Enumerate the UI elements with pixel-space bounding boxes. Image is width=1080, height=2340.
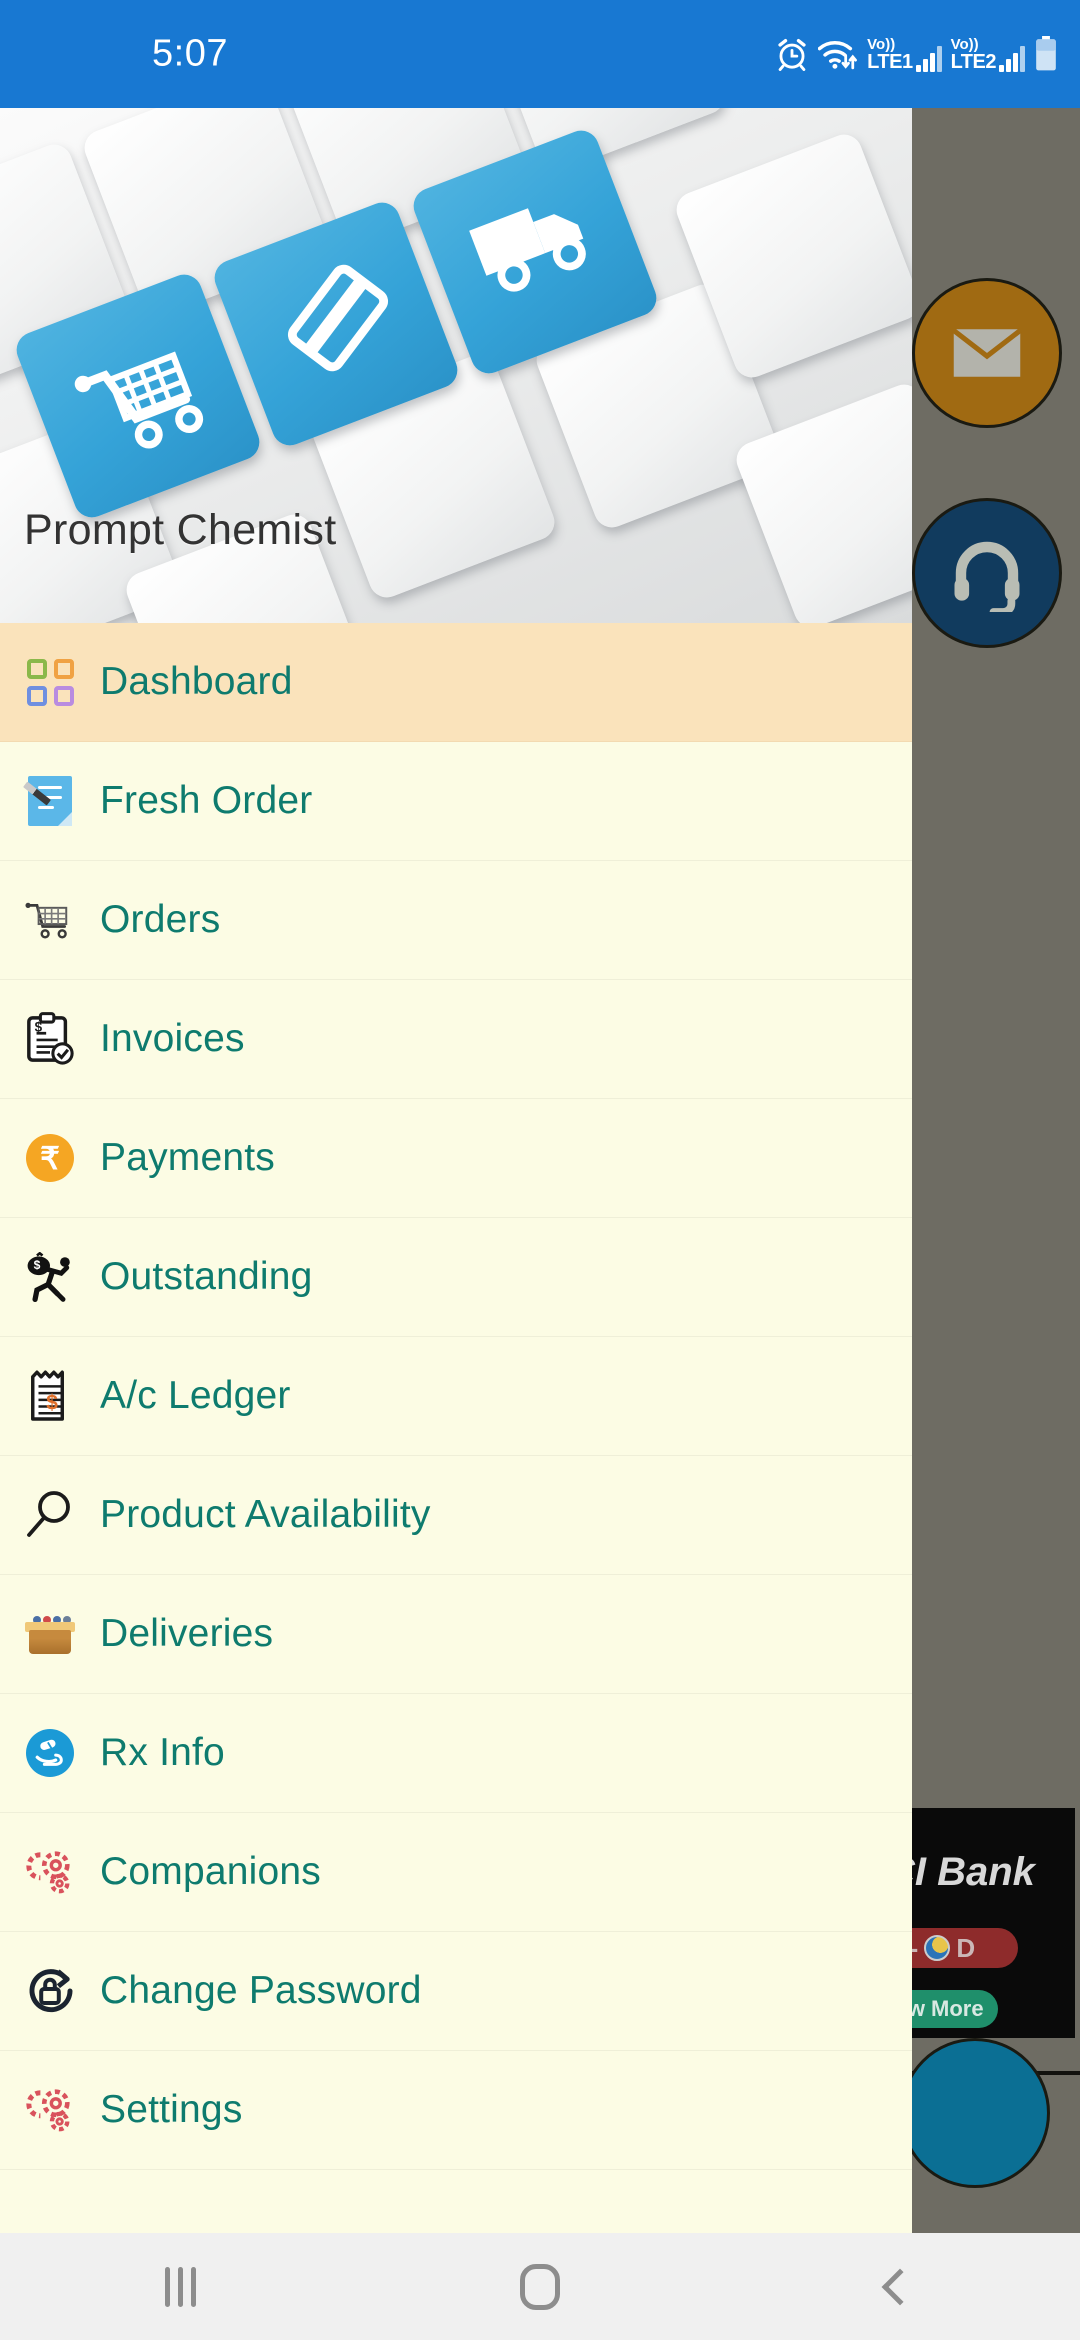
signal-bars-sim2 bbox=[999, 45, 1025, 72]
volte1-icon: Vo)) LTE1 bbox=[867, 35, 942, 73]
home-icon bbox=[520, 2263, 560, 2310]
svg-text:$: $ bbox=[46, 1391, 58, 1414]
shopping-cart-icon bbox=[0, 861, 100, 980]
menu-item-ac-ledger[interactable]: $ A/c Ledger bbox=[0, 1337, 912, 1456]
red-gear-icon bbox=[0, 1813, 100, 1932]
ad-chip-trailing: D bbox=[956, 1932, 976, 1963]
receipt-dollar-icon: $ bbox=[0, 1337, 100, 1456]
magnifier-icon bbox=[0, 1456, 100, 1575]
volte2-icon: Vo)) LTE2 bbox=[951, 37, 1025, 72]
volte1-lte-label: LTE1 bbox=[867, 50, 913, 73]
menu-item-companions[interactable]: Companions bbox=[0, 1813, 912, 1932]
menu-item-orders[interactable]: Orders bbox=[0, 861, 912, 980]
lock-refresh-icon bbox=[0, 1932, 100, 2051]
menu-item-product-availability[interactable]: Product Availability bbox=[0, 1456, 912, 1575]
home-button[interactable] bbox=[360, 2233, 720, 2340]
menu-item-invoices[interactable]: $ Invoices bbox=[0, 980, 912, 1099]
menu-item-label: A/c Ledger bbox=[100, 1374, 291, 1417]
menu-item-label: Product Availability bbox=[100, 1493, 431, 1536]
status-bar: 5:07 Vo)) LTE1 Vo)) LTE2 bbox=[0, 0, 1080, 108]
wifi-icon bbox=[818, 41, 858, 70]
menu-item-label: Settings bbox=[100, 2088, 243, 2131]
memo-pencil-icon bbox=[0, 742, 100, 861]
delivery-basket-icon bbox=[0, 1575, 100, 1694]
menu-item-label: Dashboard bbox=[100, 660, 293, 703]
menu-item-outstanding[interactable]: $ Outstanding bbox=[0, 1218, 912, 1337]
volte1-vo-label: Vo)) bbox=[867, 35, 896, 53]
menu-item-change-password[interactable]: Change Password bbox=[0, 1932, 912, 2051]
headset-icon bbox=[954, 541, 1020, 612]
android-nav-bar[interactable] bbox=[0, 2233, 1080, 2340]
delivery-truck-icon bbox=[469, 188, 596, 301]
menu-item-fresh-order[interactable]: Fresh Order bbox=[0, 742, 912, 861]
menu-item-label: Invoices bbox=[100, 1017, 245, 1060]
menu-item-label: Deliveries bbox=[100, 1612, 274, 1655]
menu-item-payments[interactable]: ₹ Payments bbox=[0, 1099, 912, 1218]
envelope-icon bbox=[949, 324, 1025, 382]
menu-item-label: Orders bbox=[100, 898, 221, 941]
app-title: Prompt Chemist bbox=[24, 506, 337, 554]
rupee-coin-icon: ₹ bbox=[0, 1099, 100, 1218]
running-money-bag-icon: $ bbox=[0, 1218, 100, 1337]
status-time: 5:07 bbox=[152, 32, 228, 75]
ad-chip-logo-icon bbox=[924, 1935, 951, 1961]
svg-text:$: $ bbox=[34, 1258, 41, 1272]
signal-bars-sim1 bbox=[915, 45, 942, 72]
chat-fab[interactable] bbox=[900, 2038, 1050, 2188]
back-button[interactable] bbox=[720, 2233, 1080, 2340]
menu-item-label: Change Password bbox=[100, 1969, 422, 2012]
battery-icon bbox=[1036, 36, 1056, 71]
back-icon bbox=[881, 2268, 919, 2305]
status-icons: Vo)) LTE1 Vo)) LTE2 bbox=[775, 36, 1058, 72]
red-gear-icon bbox=[0, 2051, 100, 2170]
menu-item-label: Payments bbox=[100, 1136, 276, 1179]
shopping-cart-icon bbox=[74, 336, 206, 459]
menu-item-label: Fresh Order bbox=[100, 779, 313, 822]
credit-card-icon bbox=[278, 258, 398, 383]
navigation-drawer[interactable]: Prompt Chemist Dashboard Fresh Order Ord… bbox=[0, 108, 912, 2233]
menu-item-rx-info[interactable]: Rx Info bbox=[0, 1694, 912, 1813]
recents-icon bbox=[164, 2266, 196, 2307]
volte2-lte-label: LTE2 bbox=[950, 50, 997, 73]
rx-hand-pill-icon bbox=[0, 1694, 100, 1813]
menu-item-label: Outstanding bbox=[100, 1255, 313, 1298]
menu-item-deliveries[interactable]: Deliveries bbox=[0, 1575, 912, 1694]
volte2-vo-label: Vo)) bbox=[950, 35, 979, 53]
invoice-clipboard-icon: $ bbox=[0, 980, 100, 1099]
menu-item-dashboard[interactable]: Dashboard bbox=[0, 623, 912, 742]
alarm-icon bbox=[778, 38, 806, 71]
drawer-header: Prompt Chemist bbox=[0, 108, 912, 623]
recents-button[interactable] bbox=[0, 2233, 360, 2340]
dashboard-grid-icon bbox=[0, 623, 100, 742]
menu-item-label: Companions bbox=[100, 1850, 321, 1893]
menu-item-label: Rx Info bbox=[100, 1731, 225, 1774]
support-fab[interactable] bbox=[912, 498, 1062, 648]
svg-text:$: $ bbox=[35, 1019, 43, 1034]
drawer-menu-list[interactable]: Dashboard Fresh Order Orders $ Invoices … bbox=[0, 623, 912, 2170]
menu-item-settings[interactable]: Settings bbox=[0, 2051, 912, 2170]
mail-fab[interactable] bbox=[912, 278, 1062, 428]
